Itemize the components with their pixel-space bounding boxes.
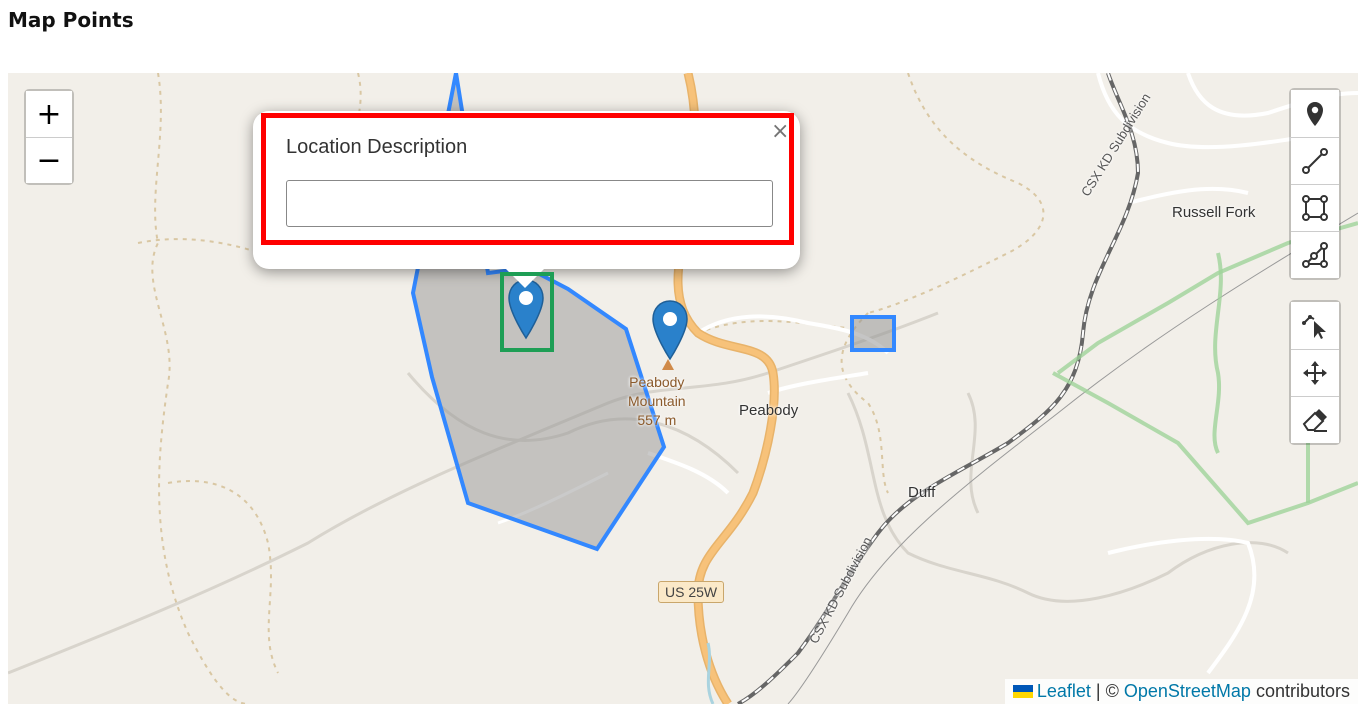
marker-highlight-box (500, 272, 554, 352)
zoom-out-button[interactable]: − (26, 137, 72, 183)
peak-name-line-1: Peabody (629, 374, 685, 390)
drag-layers-button[interactable] (1291, 349, 1339, 396)
leaflet-link[interactable]: Leaflet (1037, 681, 1091, 701)
eraser-icon (1302, 409, 1327, 432)
edit-cursor-icon (1302, 314, 1326, 339)
peak-label: Peabody Mountain 557 m (628, 373, 686, 430)
attribution-suffix: contributors (1250, 681, 1350, 701)
peak-name-line-2: Mountain (628, 393, 686, 409)
map-pin-icon (1307, 101, 1323, 126)
polyline-icon (1302, 148, 1328, 174)
edit-layers-button[interactable] (1291, 302, 1339, 349)
polygon-icon (1302, 242, 1328, 268)
zoom-in-button[interactable]: + (26, 91, 72, 137)
attribution-separator: | © (1090, 681, 1124, 701)
page-title: Map Points (8, 8, 134, 32)
draw-toolbar (1289, 88, 1341, 280)
ukraine-flag-icon (1012, 685, 1033, 698)
map-marker[interactable] (651, 299, 689, 361)
popup-highlight-box (261, 113, 794, 245)
remove-layers-button[interactable] (1291, 396, 1339, 443)
highway-shield: US 25W (658, 581, 725, 603)
place-label-duff: Duff (908, 484, 936, 501)
rectangle-icon (1302, 195, 1328, 221)
openstreetmap-link[interactable]: OpenStreetMap (1124, 681, 1251, 701)
draw-polyline-button[interactable] (1291, 137, 1339, 184)
draw-rectangle-button[interactable] (1291, 184, 1339, 231)
move-arrows-icon (1303, 361, 1327, 385)
draw-polygon-button[interactable] (1291, 231, 1339, 278)
map-attribution: Leaflet | © OpenStreetMap contributors (1004, 679, 1358, 704)
place-label-peabody: Peabody (739, 402, 799, 419)
peak-elevation: 557 m (637, 412, 677, 428)
place-label-russell-fork: Russell Fork (1172, 204, 1256, 221)
edit-toolbar (1289, 300, 1341, 445)
zoom-control: + − (24, 89, 74, 185)
draw-marker-button[interactable] (1291, 90, 1339, 137)
